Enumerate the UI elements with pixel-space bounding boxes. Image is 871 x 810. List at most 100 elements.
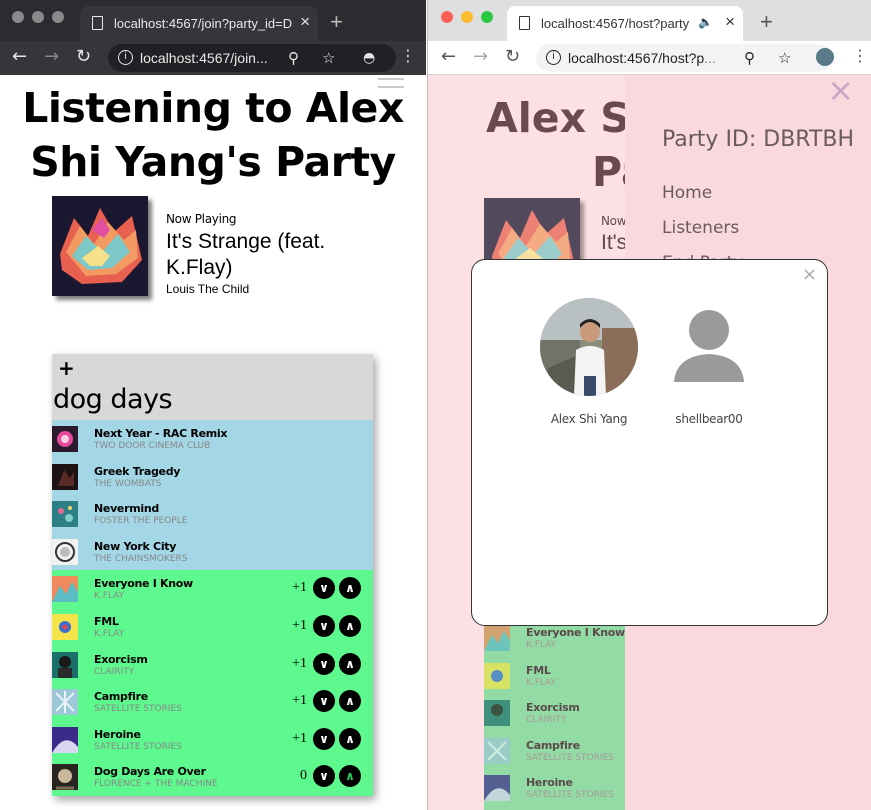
playlist-name: dog days: [53, 384, 173, 415]
vote-count: +1: [292, 693, 307, 709]
url-text: localhost:4567/join...: [140, 50, 268, 66]
info-icon[interactable]: i: [118, 50, 133, 65]
close-modal-button[interactable]: ×: [802, 264, 817, 285]
downvote-button[interactable]: ∨: [313, 765, 335, 788]
back-arrow-icon[interactable]: ←: [12, 46, 27, 67]
song-artist: SATELLITE STORIES: [526, 752, 614, 763]
new-tab-button[interactable]: +: [760, 9, 773, 35]
tab-strip: localhost:4567/join?party_id=D × +: [0, 0, 426, 41]
upvote-button[interactable]: ∧: [339, 690, 361, 713]
info-icon[interactable]: i: [546, 50, 561, 65]
song-title: Exorcism: [526, 701, 580, 715]
song-title: Nevermind: [94, 502, 159, 516]
listeners-modal: × Alex Shi Yang shellbear00: [471, 259, 828, 626]
song-thumbnail: [52, 426, 78, 452]
song-title: Everyone I Know: [94, 577, 193, 591]
upvote-button[interactable]: ∧: [339, 652, 361, 675]
zoom-window-button[interactable]: [481, 11, 493, 23]
song-row: Campfire SATELLITE STORIES: [484, 732, 625, 770]
song-row: Dog Days Are Over FLORENCE + THE MACHINE…: [52, 758, 373, 796]
forward-arrow-icon[interactable]: →: [473, 46, 488, 67]
vote-count: +1: [292, 730, 307, 746]
now-playing-label: Now: [601, 214, 627, 228]
song-row: FML K.FLAY +1 ∨ ∧: [52, 607, 373, 646]
now-playing-title: It's Strange (feat. K.Flay): [166, 230, 326, 279]
upvote-button[interactable]: ∧: [339, 727, 361, 750]
back-arrow-icon[interactable]: ←: [441, 46, 456, 67]
song-thumbnail: [52, 764, 78, 791]
playlist-header: + dog days: [52, 354, 373, 420]
browser-tab[interactable]: localhost:4567/join?party_id=D ×: [80, 6, 318, 41]
minimize-window-button[interactable]: [32, 11, 44, 23]
address-bar[interactable]: i localhost:4567/host?p... ⚲ ☆: [536, 44, 832, 72]
downvote-button[interactable]: ∨: [313, 690, 335, 713]
minimize-window-button[interactable]: [461, 11, 473, 23]
song-title: Heroine: [94, 727, 141, 741]
close-tab-icon[interactable]: ×: [300, 12, 310, 32]
address-bar[interactable]: i localhost:4567/join... ⚲ ☆: [108, 44, 396, 72]
zoom-icon[interactable]: ⚲: [744, 49, 755, 67]
zoom-icon[interactable]: ⚲: [288, 49, 299, 67]
close-drawer-button[interactable]: ×: [827, 75, 854, 109]
song-artist: TWO DOOR CINEMA CLUB: [94, 441, 211, 451]
close-tab-icon[interactable]: ×: [725, 12, 735, 32]
downvote-button[interactable]: ∨: [313, 614, 335, 637]
vote-count: +1: [292, 580, 307, 596]
speaker-icon[interactable]: 🔈: [698, 15, 713, 29]
song-thumbnail: [52, 538, 78, 565]
song-artist: THE CHAINSMOKERS: [94, 553, 188, 564]
close-window-button[interactable]: [12, 11, 24, 23]
profile-avatar[interactable]: [816, 48, 834, 66]
song-title: Heroine: [526, 776, 573, 790]
now-playing-label: Now Playing: [166, 212, 237, 226]
menu-dots-icon[interactable]: ⋮: [400, 46, 416, 65]
forward-arrow-icon[interactable]: →: [44, 46, 59, 67]
page-icon: [92, 16, 103, 30]
listener-name: shellbear00: [675, 412, 743, 426]
downvote-button[interactable]: ∨: [313, 652, 335, 675]
party-id-label: Party ID: DBRTBH: [662, 127, 855, 152]
song-title: Exorcism: [94, 652, 148, 666]
incognito-icon[interactable]: ◓: [363, 50, 375, 66]
song-artist: THE WOMBATS: [94, 478, 162, 489]
bookmark-star-icon[interactable]: ☆: [778, 49, 791, 67]
album-art: [52, 196, 148, 296]
listener-name: Alex Shi Yang: [550, 412, 628, 426]
song-row: New York City THE CHAINSMOKERS: [52, 532, 373, 571]
zoom-window-button[interactable]: [52, 11, 64, 23]
new-tab-button[interactable]: +: [330, 9, 343, 35]
avatar: [540, 298, 638, 396]
url-text: localhost:4567/host?p: [568, 50, 705, 66]
song-artist: SATELLITE STORIES: [526, 790, 614, 801]
upvote-button[interactable]: ∧: [339, 577, 361, 600]
reload-icon[interactable]: ↻: [505, 46, 520, 67]
reload-icon[interactable]: ↻: [76, 46, 91, 67]
song-artist: SATELLITE STORIES: [94, 741, 182, 752]
song-row: Greek Tragedy THE WOMBATS: [52, 457, 373, 496]
drawer-item-home[interactable]: Home: [662, 183, 712, 203]
menu-dots-icon[interactable]: ⋮: [852, 46, 868, 65]
add-song-button[interactable]: +: [58, 356, 75, 380]
browser-tab[interactable]: localhost:4567/host?party 🔈 ×: [507, 6, 743, 41]
downvote-button[interactable]: ∨: [313, 577, 335, 600]
upvote-button[interactable]: ∧: [339, 765, 361, 788]
downvote-button[interactable]: ∨: [313, 727, 335, 750]
page-title: Listening to Alex Shi Yang's Party: [22, 84, 404, 186]
bookmark-star-icon[interactable]: ☆: [322, 49, 335, 67]
song-artist: FOSTER THE PEOPLE: [94, 516, 188, 527]
song-thumbnail: [484, 700, 510, 727]
song-row: Campfire SATELLITE STORIES +1 ∨ ∧: [52, 683, 373, 721]
song-artist: CLAIRITY: [526, 715, 567, 726]
page-icon: [519, 16, 530, 30]
song-row: FML K.FLAY: [484, 657, 625, 695]
drawer-item-listeners[interactable]: Listeners: [662, 218, 739, 238]
upvote-button[interactable]: ∧: [339, 614, 361, 637]
close-window-button[interactable]: [441, 11, 453, 23]
listener-card: Alex Shi Yang: [534, 298, 644, 426]
song-title: Campfire: [94, 690, 148, 704]
song-artist: K.FLAY: [94, 628, 125, 639]
song-thumbnail: [52, 501, 78, 528]
now-playing-title: It's: [601, 231, 628, 254]
song-thumbnail: [52, 689, 78, 716]
tab-title: localhost:4567/host?party: [541, 16, 690, 31]
